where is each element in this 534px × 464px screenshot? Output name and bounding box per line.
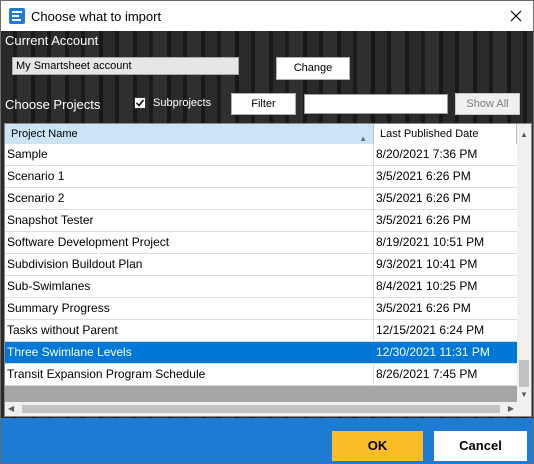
scroll-up-icon[interactable]: ▲: [520, 130, 528, 139]
last-published-cell: 12/15/2021 6:24 PM: [376, 323, 485, 337]
table-body: Sample 8/20/2021 7:36 PM Scenario 1 3/5/202…: [5, 144, 517, 386]
import-dialog: Choose what to import Current Account My…: [0, 0, 534, 464]
table-row[interactable]: Scenario 1 3/5/2021 6:26 PM: [5, 166, 517, 188]
last-published-cell: 9/3/2021 10:41 PM: [376, 257, 478, 271]
account-field: My Smartsheet account: [12, 57, 239, 75]
column-header-project-name[interactable]: Project Name ▲: [5, 124, 374, 144]
current-account-label: Current Account: [5, 33, 99, 48]
title-bar: Choose what to import: [1, 1, 533, 31]
table-row[interactable]: Sample 8/20/2021 7:36 PM: [5, 144, 517, 166]
project-name-cell: Software Development Project: [5, 232, 374, 253]
checkmark-icon: [135, 99, 145, 107]
table-row[interactable]: Sub-Swimlanes 8/4/2021 10:25 PM: [5, 276, 517, 298]
vertical-scroll-thumb[interactable]: [519, 360, 529, 387]
table-row[interactable]: Tasks without Parent 12/15/2021 6:24 PM: [5, 320, 517, 342]
last-published-cell: 8/20/2021 7:36 PM: [376, 147, 478, 161]
filter-button[interactable]: Filter: [231, 93, 296, 115]
scrollbar-corner: [517, 402, 531, 416]
scroll-down-icon[interactable]: ▼: [520, 390, 528, 399]
last-published-cell: 3/5/2021 6:26 PM: [376, 213, 471, 227]
dialog-body: Current Account My Smartsheet account Ch…: [1, 31, 533, 418]
table-row[interactable]: Three Swimlane Levels 12/30/2021 11:31 PM: [5, 342, 517, 364]
project-name-cell: Snapshot Tester: [5, 210, 374, 231]
column-header-last-published[interactable]: Last Published Date: [374, 124, 517, 144]
scroll-left-icon[interactable]: ◀: [8, 404, 14, 413]
table-row[interactable]: Software Development Project 8/19/2021 10…: [5, 232, 517, 254]
projects-table: Project Name ▲ Last Published Date Sampl…: [4, 123, 532, 417]
window-title: Choose what to import: [31, 9, 162, 24]
project-name-cell: Sample: [5, 144, 374, 165]
column-header-label: Project Name: [11, 128, 78, 140]
table-row[interactable]: Scenario 2 3/5/2021 6:26 PM: [5, 188, 517, 210]
last-published-cell: 8/19/2021 10:51 PM: [376, 235, 485, 249]
horizontal-scroll-thumb[interactable]: [22, 405, 500, 413]
horizontal-scrollbar[interactable]: ◀ ▶: [5, 402, 517, 416]
last-published-cell: 12/30/2021 11:31 PM: [376, 345, 490, 359]
choose-projects-label: Choose Projects: [5, 97, 101, 112]
table-row[interactable]: Transit Expansion Program Schedule 8/26/2…: [5, 364, 517, 386]
project-name-cell: Scenario 1: [5, 166, 374, 187]
table-header: Project Name ▲ Last Published Date: [5, 124, 517, 144]
last-published-cell: 3/5/2021 6:26 PM: [376, 169, 471, 183]
filter-input[interactable]: [304, 94, 448, 114]
project-name-cell: Subdivision Buildout Plan: [5, 254, 374, 275]
scroll-right-icon[interactable]: ▶: [508, 404, 514, 413]
project-name-cell: Three Swimlane Levels: [5, 342, 374, 363]
last-published-cell: 8/4/2021 10:25 PM: [376, 279, 478, 293]
last-published-cell: 8/26/2021 7:45 PM: [376, 367, 478, 381]
table-row[interactable]: Snapshot Tester 3/5/2021 6:26 PM: [5, 210, 517, 232]
subprojects-checkbox[interactable]: [134, 97, 146, 109]
change-button[interactable]: Change: [276, 57, 350, 80]
last-published-cell: 3/5/2021 6:26 PM: [376, 301, 471, 315]
app-icon: [9, 8, 25, 24]
show-all-button[interactable]: Show All: [455, 93, 520, 115]
cancel-button[interactable]: Cancel: [434, 431, 527, 461]
table-row[interactable]: Subdivision Buildout Plan 9/3/2021 10:41 …: [5, 254, 517, 276]
dialog-footer: OK Cancel: [1, 418, 533, 463]
table-row[interactable]: Summary Progress 3/5/2021 6:26 PM: [5, 298, 517, 320]
project-name-cell: Tasks without Parent: [5, 320, 374, 341]
project-name-cell: Transit Expansion Program Schedule: [5, 364, 374, 385]
last-published-cell: 3/5/2021 6:26 PM: [376, 191, 471, 205]
project-name-cell: Scenario 2: [5, 188, 374, 209]
project-name-cell: Sub-Swimlanes: [5, 276, 374, 297]
project-name-cell: Summary Progress: [5, 298, 374, 319]
subprojects-label: Subprojects: [153, 97, 212, 109]
vertical-scrollbar[interactable]: ▲ ▼: [517, 124, 531, 403]
ok-button[interactable]: OK: [332, 431, 423, 461]
close-icon: [510, 10, 522, 22]
close-button[interactable]: [499, 1, 533, 31]
